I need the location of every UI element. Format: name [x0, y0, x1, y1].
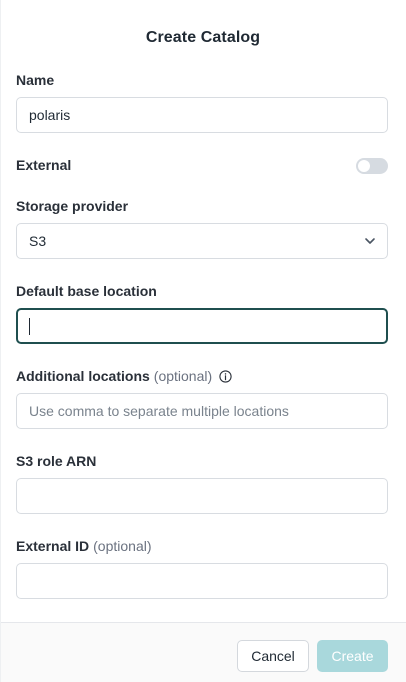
dialog-title: Create Catalog — [145, 29, 261, 46]
external-toggle[interactable] — [356, 158, 388, 174]
s3-role-arn-label: S3 role ARN — [16, 453, 96, 469]
storage-provider-label: Storage provider — [16, 198, 128, 214]
additional-locations-label: Additional locations (optional) — [16, 368, 232, 384]
create-button[interactable]: Create — [317, 640, 388, 672]
name-input-value: polaris — [29, 107, 71, 123]
cancel-button[interactable]: Cancel — [237, 640, 309, 672]
external-id-label: External ID (optional) — [16, 538, 152, 554]
text-caret — [29, 317, 30, 335]
default-base-location-label-text: Default base location — [16, 283, 157, 299]
additional-locations-label-text: Additional locations — [16, 368, 150, 384]
name-input[interactable]: polaris — [16, 97, 388, 133]
info-icon[interactable] — [219, 369, 232, 383]
storage-provider-select[interactable]: S3 — [16, 223, 388, 259]
default-base-location-label: Default base location — [16, 283, 157, 299]
external-id-input[interactable] — [16, 563, 388, 599]
external-id-label-text: External ID — [16, 538, 90, 554]
name-label: Name — [16, 72, 54, 88]
external-label-text: External — [16, 157, 72, 173]
additional-locations-input[interactable]: Use comma to separate multiple locations — [16, 393, 388, 429]
toggle-knob — [358, 160, 370, 172]
default-base-location-input[interactable] — [16, 308, 388, 344]
name-label-text: Name — [16, 72, 55, 88]
external-label: External — [16, 157, 71, 173]
s3-role-arn-label-text: S3 role ARN — [16, 453, 97, 469]
create-catalog-dialog: Create Catalog Name polaris External Sto… — [0, 0, 406, 682]
storage-provider-label-text: Storage provider — [16, 198, 129, 214]
optional-tag: (optional) — [93, 538, 152, 554]
storage-provider-value: S3 — [29, 233, 47, 249]
chevron-down-icon — [365, 238, 375, 244]
additional-locations-placeholder: Use comma to separate multiple locations — [29, 403, 289, 419]
s3-role-arn-input[interactable] — [16, 478, 388, 514]
optional-tag: (optional) — [153, 368, 213, 384]
